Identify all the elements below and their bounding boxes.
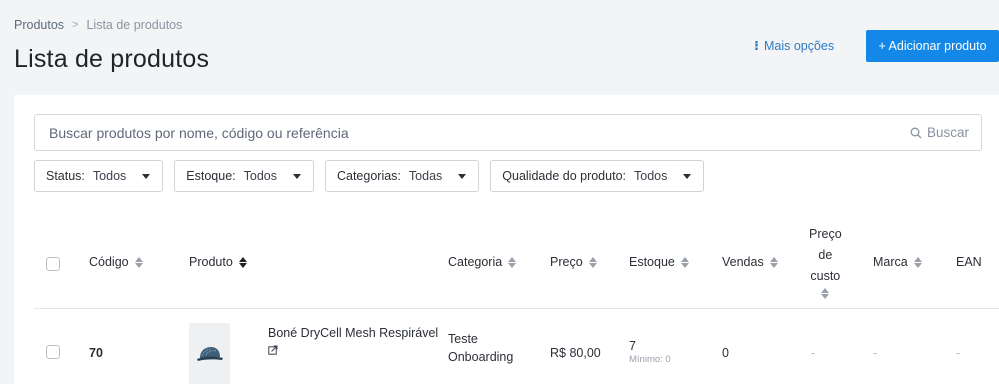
column-label: Produto bbox=[189, 255, 233, 269]
column-label: Vendas bbox=[722, 255, 764, 269]
external-link-icon[interactable] bbox=[268, 345, 278, 355]
cell-estoque: 7 Mínimo: 0 bbox=[629, 339, 671, 365]
column-categoria[interactable]: Categoria bbox=[448, 255, 517, 269]
column-label: Categoria bbox=[448, 255, 503, 269]
column-label: Estoque bbox=[629, 255, 675, 269]
row-checkbox[interactable] bbox=[46, 345, 60, 359]
cap-icon bbox=[196, 347, 223, 361]
filter-value: Todas bbox=[408, 169, 443, 183]
sort-icon bbox=[588, 256, 597, 268]
breadcrumb-current: Lista de produtos bbox=[86, 18, 183, 32]
column-estoque[interactable]: Estoque bbox=[629, 255, 689, 269]
chevron-down-icon bbox=[458, 173, 467, 179]
column-label: Marca bbox=[873, 255, 908, 269]
cell-ean: - bbox=[956, 346, 961, 360]
search-button-label: Buscar bbox=[926, 125, 969, 140]
filter-label: Status: bbox=[46, 169, 85, 183]
sort-icon bbox=[913, 256, 922, 268]
add-product-button[interactable]: + Adicionar produto bbox=[866, 30, 999, 62]
category-line: Teste bbox=[448, 332, 478, 346]
products-table: Código Produto Categoria Preço Estoque V bbox=[34, 217, 999, 384]
kebab-icon: ⁝ bbox=[754, 38, 759, 53]
breadcrumb-separator: > bbox=[72, 19, 79, 31]
chevron-down-icon bbox=[292, 173, 301, 179]
filter-value: Todos bbox=[92, 169, 127, 183]
stock-value: 7 bbox=[629, 339, 636, 353]
sort-icon bbox=[238, 256, 247, 268]
column-vendas[interactable]: Vendas bbox=[722, 255, 778, 269]
sort-icon bbox=[769, 256, 778, 268]
column-label: custo bbox=[810, 269, 841, 283]
filter-label: Categorias: bbox=[336, 169, 401, 183]
products-card: Buscar produtos por nome, código ou refe… bbox=[14, 95, 999, 384]
page-title: Lista de produtos bbox=[14, 45, 210, 73]
cell-preco: R$ 80,00 bbox=[550, 346, 601, 360]
filter-bar: Status: Todos Estoque: Todos Categorias:… bbox=[34, 160, 705, 192]
category-line: Onboarding bbox=[448, 350, 514, 364]
search-bar[interactable]: Buscar produtos por nome, código ou refe… bbox=[34, 114, 982, 151]
filter-qualidade[interactable]: Qualidade do produto: Todos bbox=[490, 160, 705, 192]
search-button[interactable]: Buscar bbox=[910, 125, 969, 140]
filter-status[interactable]: Status: Todos bbox=[34, 160, 164, 192]
chevron-down-icon bbox=[142, 173, 151, 179]
cell-categoria: Teste Onboarding bbox=[448, 330, 513, 366]
sort-icon bbox=[134, 256, 143, 268]
cell-vendas: 0 bbox=[722, 346, 729, 360]
column-marca[interactable]: Marca bbox=[873, 255, 922, 269]
table-header: Código Produto Categoria Preço Estoque V bbox=[34, 217, 999, 309]
filter-value: Todos bbox=[243, 169, 277, 183]
cell-marca: - bbox=[873, 346, 878, 360]
column-preco[interactable]: Preço bbox=[550, 255, 597, 269]
more-options-button[interactable]: ⁝ Mais opções bbox=[754, 38, 834, 54]
filter-value: Todos bbox=[634, 169, 668, 183]
breadcrumb: Produtos > Lista de produtos bbox=[14, 18, 182, 32]
chevron-down-icon bbox=[683, 173, 692, 179]
breadcrumb-produtos[interactable]: Produtos bbox=[14, 18, 64, 32]
filter-estoque[interactable]: Estoque: Todos bbox=[174, 160, 314, 192]
select-all-checkbox[interactable] bbox=[46, 257, 60, 271]
product-thumbnail[interactable] bbox=[189, 323, 230, 384]
column-label: Preço bbox=[550, 255, 583, 269]
column-label: Preço bbox=[809, 227, 842, 241]
filter-label: Estoque: bbox=[186, 169, 236, 183]
cell-codigo: 70 bbox=[89, 346, 103, 360]
search-icon bbox=[910, 127, 922, 138]
product-name-link[interactable]: Boné DryCell Mesh Respirável bbox=[268, 326, 438, 340]
column-ean[interactable]: EAN bbox=[956, 255, 982, 269]
sort-icon bbox=[821, 288, 830, 299]
column-label: EAN bbox=[956, 255, 982, 269]
filter-categorias[interactable]: Categorias: Todas bbox=[324, 160, 480, 192]
sort-icon bbox=[508, 256, 517, 268]
table-row[interactable]: 70 Boné DryCell Mesh Respirável Teste On… bbox=[34, 309, 999, 384]
filter-label: Qualidade do produto: bbox=[502, 169, 626, 183]
column-label: Código bbox=[89, 255, 129, 269]
cell-produto: Boné DryCell Mesh Respirável bbox=[268, 326, 438, 358]
stock-minimum: Mínimo: 0 bbox=[629, 354, 671, 365]
search-input[interactable]: Buscar produtos por nome, código ou refe… bbox=[49, 125, 349, 141]
column-codigo[interactable]: Código bbox=[89, 255, 143, 269]
cell-preco-custo: - bbox=[811, 346, 816, 360]
more-options-label: Mais opções bbox=[763, 39, 835, 53]
column-label: de bbox=[818, 248, 833, 262]
column-preco-custo[interactable]: Preço de custo bbox=[809, 225, 842, 299]
sort-icon bbox=[680, 256, 689, 268]
column-produto[interactable]: Produto bbox=[189, 255, 247, 269]
